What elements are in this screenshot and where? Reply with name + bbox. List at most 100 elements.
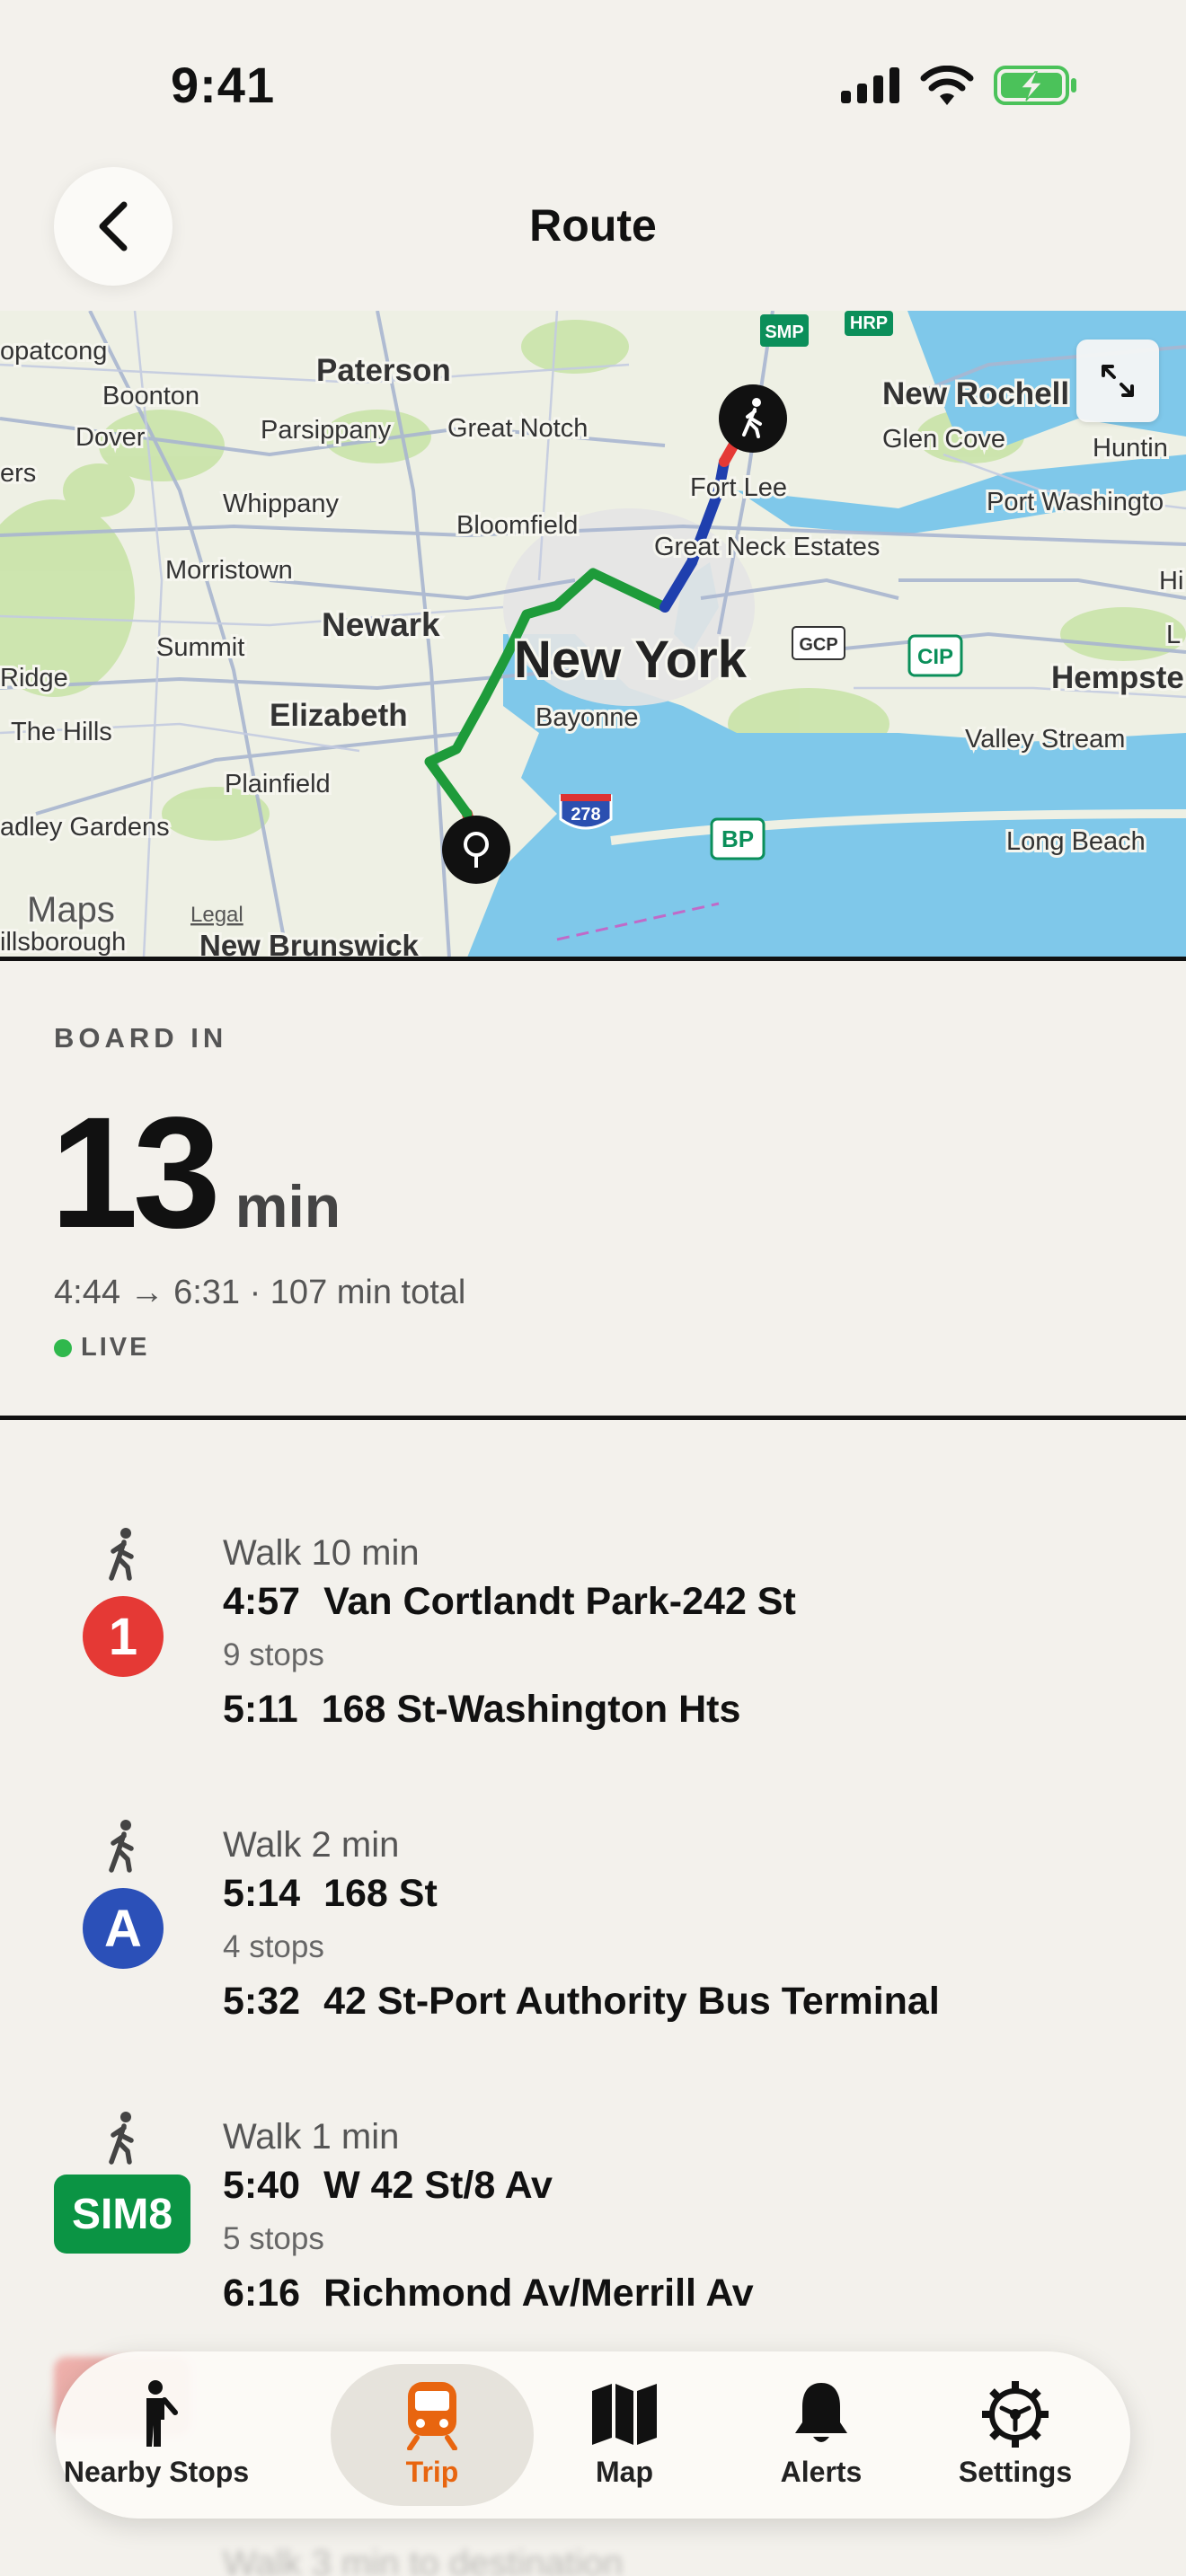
- map-place-label: Parsippany: [261, 416, 392, 445]
- tab-label: Nearby Stops: [63, 2456, 250, 2488]
- tab-label: Map: [596, 2456, 653, 2488]
- map-place-label: New Brunswick: [199, 929, 420, 957]
- map-place-label: Hempste: [1051, 660, 1184, 695]
- status-bar: 9:41: [0, 0, 1186, 171]
- map-place-label: L: [1166, 621, 1181, 649]
- page-title: Route: [529, 200, 657, 251]
- map-place-label: Whippany: [223, 490, 339, 518]
- leg-departure-time: 5:40: [223, 2164, 301, 2207]
- bell-icon: [795, 2383, 847, 2442]
- highway-shield: SMP: [760, 314, 809, 347]
- leg-stop-count: 5 stops: [223, 2221, 324, 2256]
- origin-walk-pin[interactable]: [719, 384, 787, 453]
- leg-departure-stop: Van Cortlandt Park-242 St: [323, 1580, 796, 1623]
- highway-shield: BP: [710, 817, 766, 860]
- live-dot-icon: [54, 1338, 72, 1357]
- map-place-label: Valley Stream: [965, 725, 1125, 754]
- svg-text:CIP: CIP: [917, 645, 953, 669]
- route-badge: 1: [83, 1596, 164, 1677]
- gear-icon: [982, 2381, 1049, 2448]
- tab-label: Trip: [405, 2456, 459, 2488]
- map-place-label: Glen Cove: [882, 425, 1005, 454]
- map-place-label: The Hills: [11, 718, 112, 746]
- status-icons: [841, 65, 1078, 106]
- leg-stop-count: 9 stops: [223, 1637, 324, 1672]
- leg-departure: 5:40 W 42 St/8 Av: [223, 2164, 553, 2208]
- map-place-label: Huntin: [1093, 434, 1168, 463]
- tab-trip[interactable]: Trip: [333, 2351, 531, 2519]
- route-badge: A: [83, 1888, 164, 1969]
- leg-arrival: 5:11 168 St-Washington Hts: [223, 1688, 740, 1732]
- destination-pin[interactable]: [442, 816, 510, 884]
- svg-text:GCP: GCP: [799, 635, 837, 655]
- svg-text:HRP: HRP: [850, 313, 888, 333]
- map-place-label: Elizabeth: [270, 698, 408, 733]
- trip-times-summary: 4:44 → 6:31 · 107 min total: [54, 1274, 466, 1311]
- map-place-label: Port Washingto: [987, 488, 1164, 516]
- expand-icon: [1102, 365, 1134, 397]
- transit-leg[interactable]: A 5:14 168 St 4 stops 5:32 42 St-Port Auth…: [0, 1865, 1186, 2053]
- svg-text:SMP: SMP: [765, 322, 803, 342]
- transit-leg[interactable]: SIM8 5:40 W 42 St/8 Av 5 stops 6:16 Richmo…: [0, 2157, 1186, 2345]
- highway-shield: GCP: [792, 626, 845, 660]
- legal-link[interactable]: Legal: [190, 903, 243, 927]
- svg-text:Maps: Maps: [27, 890, 115, 930]
- leg-stop-count: 4 stops: [223, 1929, 324, 1964]
- highway-shield: CIP: [907, 634, 963, 677]
- walk-label: Walk 3 min to destination: [223, 2544, 624, 2576]
- tab-label: Alerts: [780, 2456, 863, 2488]
- board-minutes: 13: [50, 1085, 221, 1261]
- map-place-label: illsborough: [0, 928, 126, 957]
- live-indicator: LIVE: [54, 1333, 149, 1363]
- tab-bar: Nearby Stops Trip Map Alerts Settings: [56, 2351, 1130, 2519]
- map-canvas[interactable]: SMP HRP GCP CIP 278 BP opatcong Boonton …: [0, 311, 1186, 957]
- route-map[interactable]: SMP HRP GCP CIP 278 BP opatcong Boonton …: [0, 311, 1186, 961]
- map-place-label: Hi: [1159, 567, 1183, 595]
- board-in-label: BOARD IN: [54, 1022, 228, 1054]
- expand-map-button[interactable]: [1076, 340, 1159, 422]
- leg-arrival-time: 6:16: [223, 2272, 301, 2315]
- tab-nearby-stops[interactable]: Nearby Stops: [58, 2351, 255, 2519]
- leg-departure-stop: W 42 St/8 Av: [323, 2164, 553, 2207]
- transit-leg[interactable]: 1 4:57 Van Cortlandt Park-242 St 9 stops …: [0, 1573, 1186, 1761]
- live-label: LIVE: [81, 1333, 150, 1362]
- map-place-label: New Rochell: [882, 376, 1069, 411]
- map-place-label: Morristown: [165, 556, 293, 585]
- status-time: 9:41: [171, 57, 276, 113]
- map-icon: [592, 2384, 657, 2445]
- map-place-label: Newark: [322, 606, 440, 643]
- leg-arrival-stop: 42 St-Port Authority Bus Terminal: [323, 1980, 940, 2023]
- wifi-icon: [920, 66, 974, 105]
- leg-departure-time: 4:57: [223, 1580, 301, 1623]
- highway-shield: HRP: [845, 311, 893, 336]
- map-place-label: opatcong: [0, 337, 107, 366]
- walk-label: Walk 10 min: [223, 1533, 420, 1573]
- map-place-label: New York: [514, 631, 748, 689]
- svg-text:BP: BP: [721, 825, 754, 852]
- leg-arrival: 5:32 42 St-Port Authority Bus Terminal: [223, 1980, 940, 2024]
- battery-charging-icon: [994, 66, 1076, 105]
- cellular-signal-icon: [841, 67, 899, 103]
- walk-label: Walk 2 min: [223, 1825, 400, 1865]
- tab-label: Settings: [958, 2456, 1073, 2488]
- walk-icon: [101, 2540, 137, 2576]
- map-place-label: Paterson: [316, 353, 451, 388]
- leg-arrival-stop: Richmond Av/Merrill Av: [323, 2272, 754, 2315]
- map-place-label: Fort Lee: [690, 473, 787, 502]
- map-place-label: adley Gardens: [0, 813, 170, 842]
- leg-arrival-time: 5:11: [223, 1688, 298, 1731]
- map-place-label: Plainfield: [225, 770, 331, 798]
- tab-map[interactable]: Map: [526, 2351, 723, 2519]
- map-place-label: Bloomfield: [456, 511, 578, 540]
- leg-departure: 4:57 Van Cortlandt Park-242 St: [223, 1580, 796, 1624]
- map-place-label: Great Neck Estates: [654, 533, 880, 561]
- map-place-label: Bayonne: [535, 703, 639, 732]
- leg-arrival-stop: 168 St-Washington Hts: [321, 1688, 741, 1731]
- route-badge: SIM8: [54, 2175, 190, 2254]
- tab-alerts[interactable]: Alerts: [722, 2351, 920, 2519]
- tab-settings[interactable]: Settings: [916, 2351, 1114, 2519]
- leg-departure-stop: 168 St: [323, 1872, 438, 1915]
- highway-shield: 278: [559, 794, 613, 830]
- map-place-label: Summit: [156, 633, 244, 662]
- leg-arrival: 6:16 Richmond Av/Merrill Av: [223, 2272, 754, 2316]
